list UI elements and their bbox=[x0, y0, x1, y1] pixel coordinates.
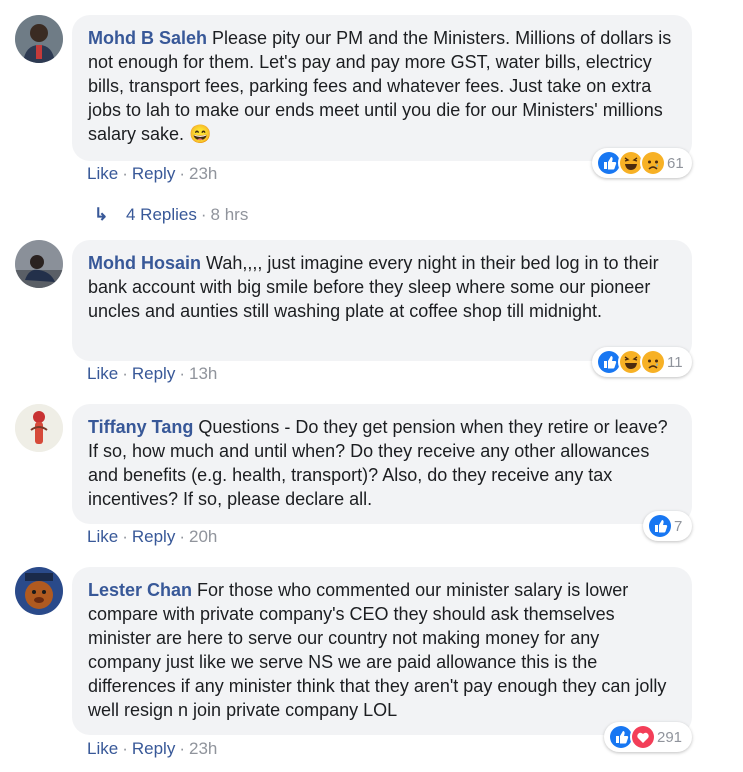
like-link[interactable]: Like bbox=[87, 739, 118, 758]
reaction-summary[interactable]: 61 bbox=[592, 148, 692, 178]
separator-dot: · bbox=[200, 205, 207, 224]
reaction-summary[interactable]: 7 bbox=[643, 511, 692, 541]
comment-timestamp[interactable]: 23h bbox=[189, 739, 217, 758]
comment-timestamp[interactable]: 13h bbox=[189, 364, 217, 383]
separator-dot: · bbox=[122, 164, 128, 183]
comment-actions: Like · Reply · 13h bbox=[87, 364, 217, 384]
separator-dot: · bbox=[122, 527, 128, 546]
comment-bubble: Mohd B Saleh Please pity our PM and the … bbox=[72, 15, 692, 161]
reaction-count: 61 bbox=[667, 154, 684, 172]
like-link[interactable]: Like bbox=[87, 527, 118, 546]
reply-arrow-icon: ↳ bbox=[94, 205, 109, 224]
comment-bubble: Mohd Hosain Wah,,,, just imagine every n… bbox=[72, 240, 692, 361]
avatar-photo bbox=[15, 404, 63, 452]
reaction-count: 7 bbox=[674, 517, 683, 535]
separator-dot: · bbox=[179, 164, 185, 183]
avatar-photo bbox=[15, 240, 63, 288]
comment-author[interactable]: Tiffany Tang bbox=[88, 417, 193, 437]
reaction-count: 11 bbox=[667, 353, 683, 371]
comment-author[interactable]: Lester Chan bbox=[88, 580, 192, 600]
avatar[interactable] bbox=[15, 15, 63, 63]
reaction-summary[interactable]: 291 bbox=[604, 722, 692, 752]
love-icon bbox=[630, 724, 656, 750]
replies-count[interactable]: 4 Replies bbox=[126, 205, 197, 224]
view-replies-link[interactable]: ↳ 4 Replies · 8 hrs bbox=[94, 205, 248, 225]
reply-link[interactable]: Reply bbox=[132, 739, 175, 758]
comment-timestamp[interactable]: 23h bbox=[189, 164, 217, 183]
comment-author[interactable]: Mohd Hosain bbox=[88, 253, 201, 273]
comment-text: For those who commented our minister sal… bbox=[88, 580, 667, 720]
separator-dot: · bbox=[179, 739, 185, 758]
separator-dot: · bbox=[179, 527, 185, 546]
reply-link[interactable]: Reply bbox=[132, 164, 175, 183]
avatar-photo bbox=[15, 15, 63, 63]
comment-author[interactable]: Mohd B Saleh bbox=[88, 28, 207, 48]
like-link[interactable]: Like bbox=[87, 364, 118, 383]
comment-bubble: Tiffany Tang Questions - Do they get pen… bbox=[72, 404, 692, 524]
reaction-summary[interactable]: 11 bbox=[592, 347, 692, 377]
separator-dot: · bbox=[122, 364, 128, 383]
comment-actions: Like · Reply · 20h bbox=[87, 527, 217, 547]
avatar[interactable] bbox=[15, 404, 63, 452]
reaction-count: 291 bbox=[657, 728, 683, 746]
comment-actions: Like · Reply · 23h bbox=[87, 164, 217, 184]
sad-icon bbox=[640, 349, 666, 375]
separator-dot: · bbox=[179, 364, 185, 383]
sad-icon bbox=[640, 150, 666, 176]
separator-dot: · bbox=[122, 739, 128, 758]
like-icon bbox=[647, 513, 673, 539]
avatar-photo bbox=[15, 567, 63, 615]
like-link[interactable]: Like bbox=[87, 164, 118, 183]
reply-link[interactable]: Reply bbox=[132, 364, 175, 383]
replies-timestamp: 8 hrs bbox=[210, 205, 249, 224]
reply-link[interactable]: Reply bbox=[132, 527, 175, 546]
avatar[interactable] bbox=[15, 567, 63, 615]
comment-bubble: Lester Chan For those who commented our … bbox=[72, 567, 692, 735]
comment-actions: Like · Reply · 23h bbox=[87, 739, 217, 759]
avatar[interactable] bbox=[15, 240, 63, 288]
comment-timestamp[interactable]: 20h bbox=[189, 527, 217, 546]
